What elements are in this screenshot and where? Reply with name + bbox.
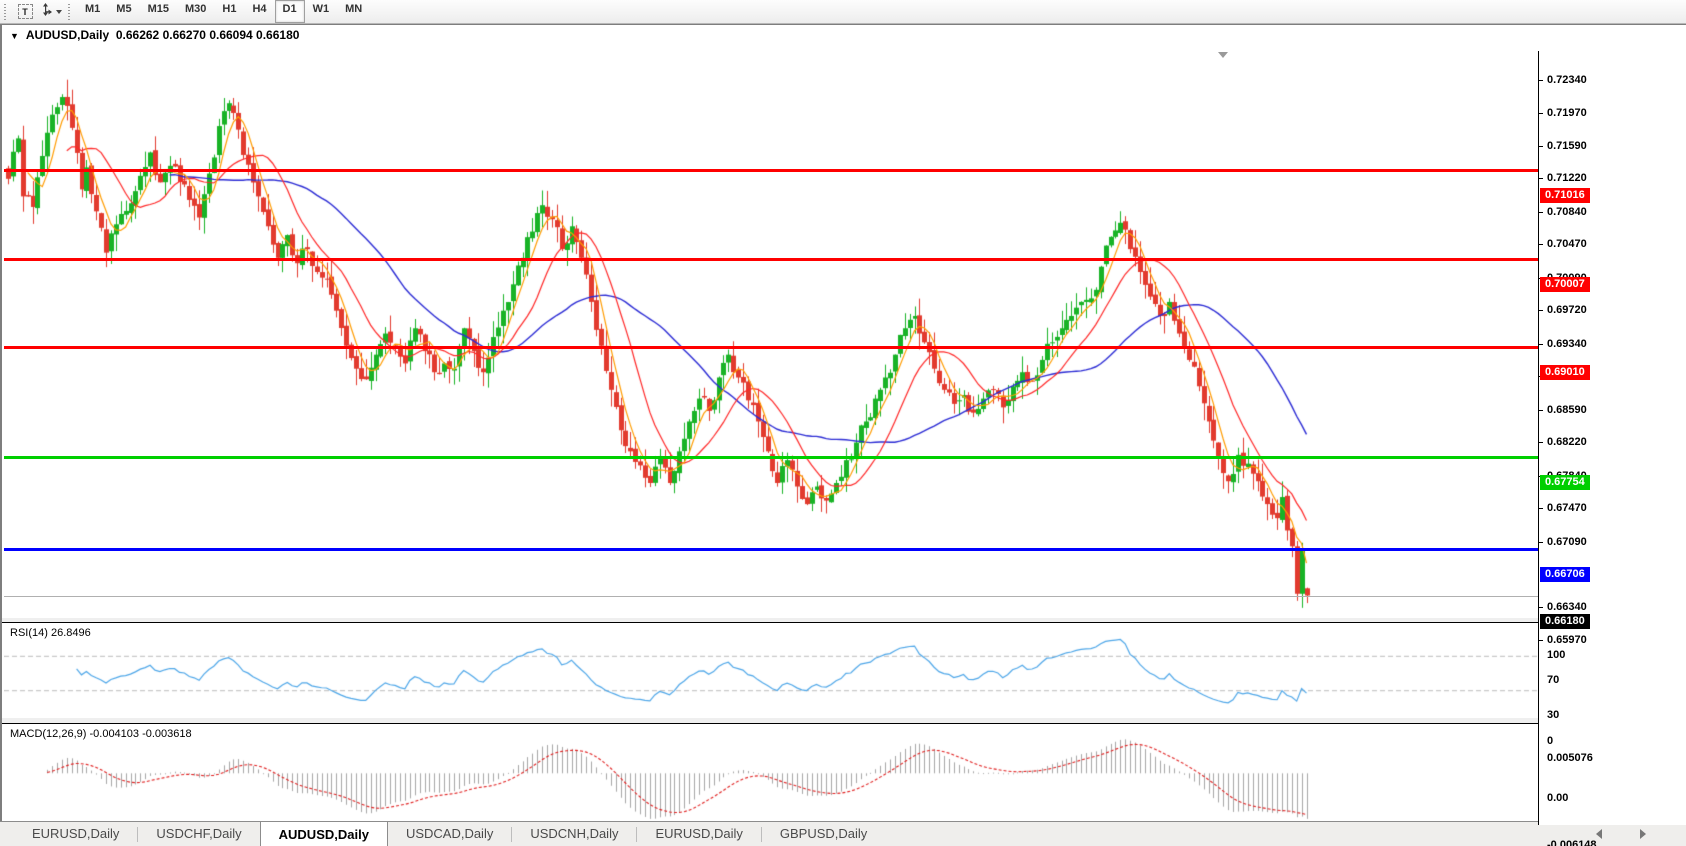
price-level-line-support[interactable] bbox=[4, 456, 1538, 459]
y-axis-tick: 0.71970 bbox=[1547, 106, 1587, 120]
y-axis-tick: 0.69720 bbox=[1547, 303, 1587, 317]
collapse-triangle-icon[interactable]: ▼ bbox=[10, 31, 19, 41]
tab-scroll-right-button[interactable] bbox=[1640, 829, 1646, 839]
price-level-badge: 0.66706 bbox=[1540, 567, 1590, 582]
price-level-badge: 0.71016 bbox=[1540, 188, 1590, 203]
rsi-value: 26.8496 bbox=[51, 627, 91, 639]
y-axis-tick: 0.68590 bbox=[1547, 403, 1587, 417]
price-level-badge: 0.70007 bbox=[1540, 277, 1590, 292]
macd-scale-zero: 0.00 bbox=[1547, 792, 1568, 804]
quote-high: 0.66270 bbox=[163, 28, 206, 42]
price-axis[interactable]: 100 70 30 0 0.005076 0.00 -0.006148 0.72… bbox=[1538, 51, 1686, 825]
tab-eurusd-5[interactable]: EURUSD,Daily bbox=[637, 822, 760, 846]
rsi-indicator-pane[interactable]: RSI(14) 26.8496 bbox=[2, 622, 1538, 720]
toolbar: T M1M5M15M30H1H4D1W1MN bbox=[0, 0, 1686, 24]
chart-window: ▼ AUDUSD,Daily 0.66262 0.66270 0.66094 0… bbox=[0, 24, 1686, 821]
rsi-scale-70: 70 bbox=[1547, 674, 1559, 686]
chart-shift-marker[interactable] bbox=[1218, 52, 1228, 58]
y-axis-tick: 0.70840 bbox=[1547, 205, 1587, 219]
tab-gbpusd-6[interactable]: GBPUSD,Daily bbox=[762, 822, 885, 846]
timeframe-button-h4[interactable]: H4 bbox=[244, 0, 274, 23]
quote-open: 0.66262 bbox=[116, 28, 159, 42]
timeframe-button-group: M1M5M15M30H1H4D1W1MN bbox=[77, 0, 370, 23]
symbol-label: AUDUSD,Daily bbox=[26, 28, 109, 42]
y-axis-tick: 0.72340 bbox=[1547, 73, 1587, 87]
macd-canvas[interactable] bbox=[4, 724, 1538, 826]
tab-audusd-2[interactable]: AUDUSD,Daily bbox=[260, 821, 388, 846]
tab-scroll-left-button[interactable] bbox=[1596, 829, 1602, 839]
text-label-icon: T bbox=[18, 4, 33, 19]
price-level-line-resistance[interactable] bbox=[4, 346, 1538, 349]
timeframe-button-m30[interactable]: M30 bbox=[177, 0, 214, 23]
toolbar-grip[interactable] bbox=[4, 4, 9, 20]
timeframe-button-h1[interactable]: H1 bbox=[214, 0, 244, 23]
price-level-line-support[interactable] bbox=[4, 548, 1538, 551]
tab-usdcnh-4[interactable]: USDCNH,Daily bbox=[512, 822, 636, 846]
y-axis-tick: 0.68220 bbox=[1547, 435, 1587, 449]
macd-signal-value: -0.003618 bbox=[142, 728, 192, 740]
quote-close: 0.66180 bbox=[256, 28, 299, 42]
tab-eurusd-0[interactable]: EURUSD,Daily bbox=[14, 822, 137, 846]
rsi-name: RSI(14) bbox=[10, 627, 48, 639]
y-axis-tick: 0.69340 bbox=[1547, 337, 1587, 351]
timeframe-button-m1[interactable]: M1 bbox=[77, 0, 108, 23]
y-axis-tick: 0.67090 bbox=[1547, 535, 1587, 549]
rsi-scale-0: 0 bbox=[1547, 735, 1553, 747]
chart-title: ▼ AUDUSD,Daily 0.66262 0.66270 0.66094 0… bbox=[10, 28, 299, 42]
y-axis-tick: 0.71220 bbox=[1547, 171, 1587, 185]
arrange-arrows-icon bbox=[39, 3, 52, 21]
price-level-line-resistance[interactable] bbox=[4, 258, 1538, 261]
current-price-line bbox=[4, 596, 1538, 597]
macd-indicator-pane[interactable]: MACD(12,26,9) -0.004103 -0.003618 bbox=[2, 723, 1538, 827]
price-level-badge: 0.67754 bbox=[1540, 475, 1590, 490]
main-chart-canvas[interactable] bbox=[4, 51, 1538, 617]
macd-label: MACD(12,26,9) -0.004103 -0.003618 bbox=[10, 728, 192, 740]
macd-main-value: -0.004103 bbox=[89, 728, 139, 740]
price-level-line-resistance[interactable] bbox=[4, 169, 1538, 172]
macd-scale-min: -0.006148 bbox=[1547, 839, 1597, 846]
timeframe-button-m5[interactable]: M5 bbox=[108, 0, 139, 23]
rsi-canvas[interactable] bbox=[4, 623, 1538, 719]
y-axis-tick: 0.67470 bbox=[1547, 501, 1587, 515]
y-axis-tick: 0.66340 bbox=[1547, 600, 1587, 614]
chevron-down-icon bbox=[56, 10, 62, 14]
price-level-badge: 0.69010 bbox=[1540, 365, 1590, 380]
rsi-scale-100: 100 bbox=[1547, 649, 1565, 661]
current-price-badge: 0.66180 bbox=[1540, 614, 1590, 629]
y-axis-tick: 0.70470 bbox=[1547, 237, 1587, 251]
timeframe-button-d1[interactable]: D1 bbox=[275, 0, 305, 23]
macd-scale-max: 0.005076 bbox=[1547, 752, 1593, 764]
rsi-label: RSI(14) 26.8496 bbox=[10, 627, 91, 639]
timeframe-button-mn[interactable]: MN bbox=[337, 0, 370, 23]
timeframe-button-w1[interactable]: W1 bbox=[305, 0, 338, 23]
price-chart-pane[interactable] bbox=[2, 51, 1538, 619]
tab-usdchf-1[interactable]: USDCHF,Daily bbox=[138, 822, 259, 846]
tab-usdcad-3[interactable]: USDCAD,Daily bbox=[388, 822, 511, 846]
timeframe-button-m15[interactable]: M15 bbox=[140, 0, 177, 23]
chart-tab-bar: EURUSD,DailyUSDCHF,DailyAUDUSD,DailyUSDC… bbox=[0, 821, 1686, 846]
rsi-scale-30: 30 bbox=[1547, 709, 1559, 721]
y-axis-tick: 0.65970 bbox=[1547, 633, 1587, 647]
toolbar-grip-2[interactable] bbox=[68, 4, 73, 20]
y-axis-tick: 0.71590 bbox=[1547, 139, 1587, 153]
quote-low: 0.66094 bbox=[209, 28, 252, 42]
macd-name: MACD(12,26,9) bbox=[10, 728, 86, 740]
text-label-tool-button[interactable]: T bbox=[14, 2, 36, 22]
arrows-tool-button[interactable] bbox=[38, 2, 63, 22]
